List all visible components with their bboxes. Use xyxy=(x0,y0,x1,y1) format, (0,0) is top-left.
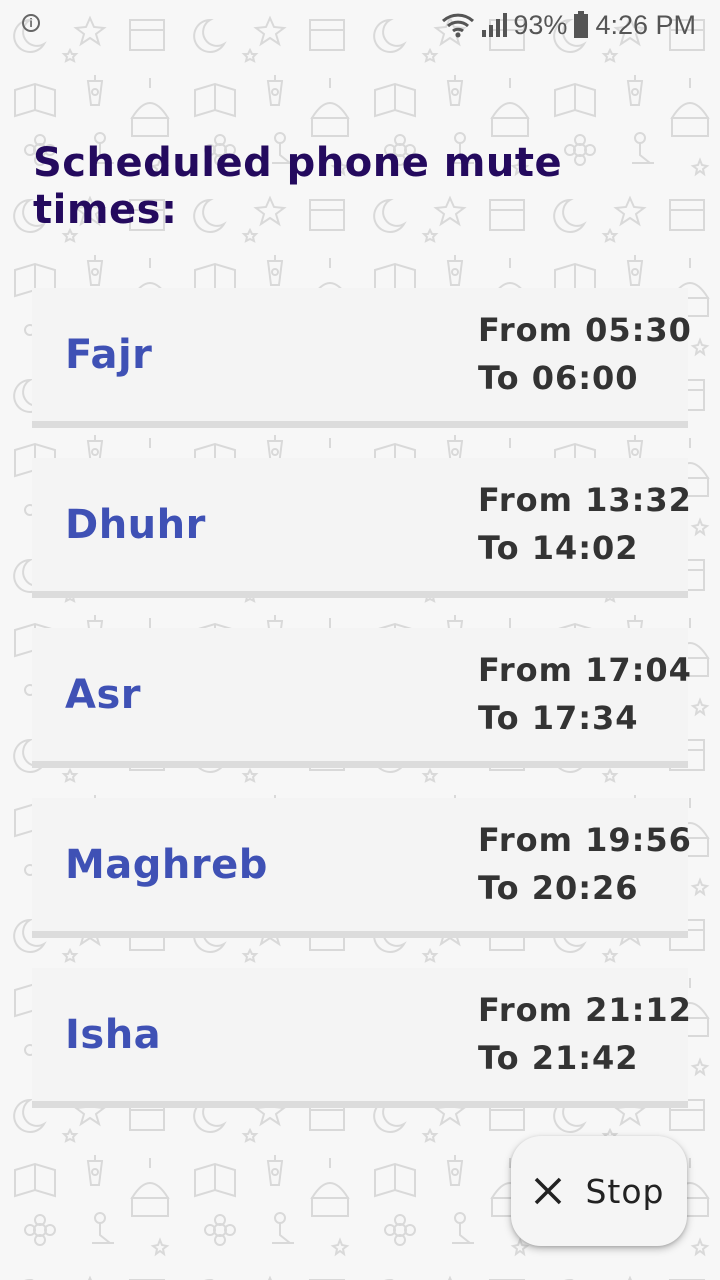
wifi-icon xyxy=(442,13,475,38)
prayer-card-dhuhr: Dhuhr From 13:32 To 14:02 xyxy=(32,458,691,598)
status-bar: i 93% 4:26 PM xyxy=(0,0,720,50)
prayer-times: From 17:04 To 17:34 xyxy=(478,646,692,742)
mute-from-time: From 13:32 xyxy=(478,481,692,519)
mute-to-time: To 14:02 xyxy=(478,529,639,567)
prayer-times: From 13:32 To 14:02 xyxy=(478,476,692,572)
battery-icon xyxy=(574,11,589,38)
stop-button[interactable]: Stop xyxy=(511,1136,687,1246)
prayer-card-fajr: Fajr From 05:30 To 06:00 xyxy=(32,288,691,428)
prayer-name: Isha xyxy=(65,1011,162,1058)
mute-to-time: To 21:42 xyxy=(478,1039,639,1077)
prayer-times: From 05:30 To 06:00 xyxy=(478,306,692,402)
prayer-times: From 21:12 To 21:42 xyxy=(478,986,692,1082)
prayer-card-asr: Asr From 17:04 To 17:34 xyxy=(32,628,691,768)
status-indicators: 93% 4:26 PM xyxy=(441,8,696,42)
cell-signal-icon xyxy=(482,13,508,37)
close-icon xyxy=(535,1177,562,1205)
page-title: Scheduled phone mute times: xyxy=(33,140,563,233)
mute-from-time: From 17:04 xyxy=(478,651,692,689)
mute-to-time: To 20:26 xyxy=(478,869,639,907)
prayer-name: Asr xyxy=(65,671,141,718)
prayer-card-maghreb: Maghreb From 19:56 To 20:26 xyxy=(32,798,691,938)
battery-percent: 93% xyxy=(513,9,568,40)
mute-to-time: To 06:00 xyxy=(478,359,639,397)
mute-from-time: From 19:56 xyxy=(478,821,692,859)
mute-from-time: From 21:12 xyxy=(478,991,692,1029)
prayer-times: From 19:56 To 20:26 xyxy=(478,816,692,912)
info-circle-icon: i xyxy=(22,14,40,32)
prayer-card-isha: Isha From 21:12 To 21:42 xyxy=(32,968,691,1108)
prayer-name: Dhuhr xyxy=(65,501,206,548)
stop-button-label: Stop xyxy=(585,1171,665,1211)
mute-from-time: From 05:30 xyxy=(478,311,692,349)
prayer-name: Fajr xyxy=(65,331,153,378)
status-time: 4:26 PM xyxy=(595,9,696,40)
prayer-name: Maghreb xyxy=(65,841,268,888)
mute-to-time: To 17:34 xyxy=(478,699,639,737)
